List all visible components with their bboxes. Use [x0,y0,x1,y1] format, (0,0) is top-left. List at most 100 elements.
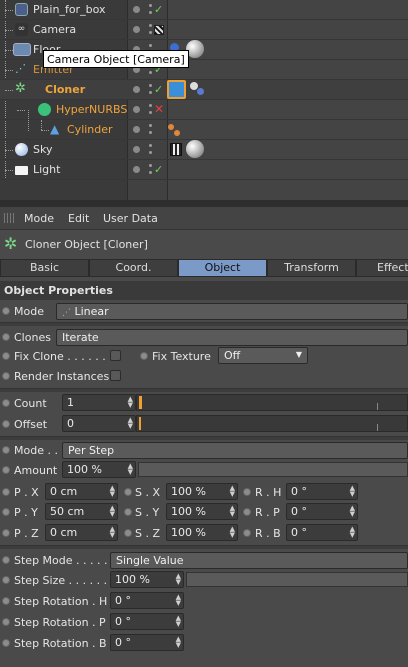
step-rot-b-input[interactable]: 0 ° ▲ ▼ [110,634,184,651]
slider-marker[interactable] [139,417,141,430]
spinner-arrows-icon[interactable]: ▲ ▼ [350,485,355,498]
object-row-light[interactable]: Light ✓ [0,160,408,180]
object-row-hypernurbs[interactable]: HyperNURBS ✕ [0,100,408,120]
animate-dot[interactable] [2,508,10,516]
object-row-sky[interactable]: Sky [0,140,408,160]
animate-dot[interactable] [2,576,10,584]
visibility-dot-editor[interactable] [149,84,152,87]
compositing-tag-icon[interactable] [170,143,182,156]
amount-slider[interactable] [138,462,408,477]
animate-dot[interactable] [2,446,10,454]
animate-dot[interactable] [124,508,132,516]
visibility-dot-editor[interactable] [149,24,152,27]
layer-dot[interactable] [133,166,140,173]
animate-dot[interactable] [2,420,10,428]
target-tag-icon[interactable] [154,25,164,35]
render-instances-checkbox[interactable] [110,370,121,381]
mode-dropdown[interactable]: ⋰ Linear [56,303,408,320]
slider-marker[interactable] [139,396,142,409]
object-row-cloner[interactable]: ✲ Cloner ✓ [0,80,408,100]
animate-dot[interactable] [2,529,10,537]
count-input[interactable]: 1 ▲ ▼ [62,394,136,411]
amount-input[interactable]: 100 % ▲ ▼ [62,461,136,478]
tab-basic[interactable]: Basic [0,259,89,277]
animate-dot[interactable] [124,529,132,537]
step-size-input[interactable]: 100 % ▲ ▼ [110,571,184,588]
menu-mode[interactable]: Mode [24,212,54,225]
spinner-arrows-icon[interactable]: ▲ ▼ [110,485,115,498]
visibility-dot-render[interactable] [149,71,152,74]
object-row-plain-for-box[interactable]: Plain_for_box ✓ [0,0,408,20]
spinner-arrows-icon[interactable]: ▲ ▼ [230,485,235,498]
disabled-cross-icon[interactable]: ✕ [154,102,164,116]
animate-dot[interactable] [2,399,10,407]
animate-dot[interactable] [2,597,10,605]
clones-dropdown[interactable]: Iterate [56,329,408,346]
spinner-arrows-icon[interactable]: ▲ ▼ [110,505,115,518]
enabled-check-icon[interactable]: ✓ [154,163,163,176]
layer-dot[interactable] [133,146,140,153]
animate-dot[interactable] [243,488,251,496]
object-row-camera[interactable]: ∞ Camera [0,20,408,40]
spinner-arrows-icon[interactable]: ▲ ▼ [176,636,181,649]
visibility-dot-render[interactable] [149,91,152,94]
visibility-dot-render[interactable] [149,151,152,154]
drag-handle-icon[interactable] [4,213,14,223]
visibility-dot-render[interactable] [149,11,152,14]
xpresso-tag-icon[interactable] [167,80,186,99]
spinner-arrows-icon[interactable]: ▲ ▼ [176,615,181,628]
pz-input[interactable]: 0 cm ▲ ▼ [45,524,118,541]
spinner-arrows-icon[interactable]: ▲ ▼ [176,594,181,607]
spinner-arrows-icon[interactable]: ▲ ▼ [350,526,355,539]
layer-dot[interactable] [133,126,140,133]
tab-effectors[interactable]: Effectors [356,259,408,277]
visibility-dot-editor[interactable] [149,124,152,127]
step-size-slider[interactable] [186,572,408,587]
phong-tag-icon[interactable] [168,124,182,138]
offset-input[interactable]: 0 ▲ ▼ [62,415,136,432]
visibility-dot-editor[interactable] [149,44,152,47]
visibility-dot-render[interactable] [149,111,152,114]
py-input[interactable]: 50 cm ▲ ▼ [45,503,118,520]
spinner-arrows-icon[interactable]: ▲ ▼ [128,417,133,430]
animate-dot[interactable] [124,488,132,496]
visibility-dot-editor[interactable] [149,164,152,167]
spinner-arrows-icon[interactable]: ▲ ▼ [110,526,115,539]
tab-coord[interactable]: Coord. [89,259,178,277]
visibility-dot-editor[interactable] [149,104,152,107]
spinner-arrows-icon[interactable]: ▲ ▼ [176,573,181,586]
visibility-dot-render[interactable] [149,31,152,34]
step-rot-p-input[interactable]: 0 ° ▲ ▼ [110,613,184,630]
animate-dot[interactable] [243,508,251,516]
animate-dot[interactable] [2,556,10,564]
animate-dot[interactable] [2,488,10,496]
animate-dot[interactable] [2,618,10,626]
sz-input[interactable]: 100 % ▲ ▼ [166,524,238,541]
layer-dot[interactable] [133,106,140,113]
step-rot-h-input[interactable]: 0 ° ▲ ▼ [110,592,184,609]
tab-transform[interactable]: Transform [267,259,356,277]
mode2-dropdown[interactable]: Per Step [62,442,408,459]
spinner-arrows-icon[interactable]: ▲ ▼ [230,505,235,518]
animate-dot[interactable] [2,372,10,380]
count-slider[interactable] [136,394,408,411]
menu-edit[interactable]: Edit [68,212,89,225]
menu-user-data[interactable]: User Data [103,212,158,225]
object-row-cylinder[interactable]: ▲ Cylinder [0,120,408,140]
rp-input[interactable]: 0 ° ▲ ▼ [286,503,358,520]
animate-dot[interactable] [2,352,10,360]
visibility-dot-render[interactable] [149,131,152,134]
px-input[interactable]: 0 cm ▲ ▼ [45,483,118,500]
tab-object[interactable]: Object [178,259,267,277]
animate-dot[interactable] [2,307,10,315]
layer-dot[interactable] [133,26,140,33]
animate-dot[interactable] [243,529,251,537]
spinner-arrows-icon[interactable]: ▲ ▼ [230,526,235,539]
spinner-arrows-icon[interactable]: ▲ ▼ [350,505,355,518]
animate-dot[interactable] [2,639,10,647]
material-tag-icon[interactable] [186,140,204,158]
animate-dot[interactable] [2,333,10,341]
enabled-check-icon[interactable]: ✓ [154,3,163,16]
animate-dot[interactable] [2,466,10,474]
fix-texture-dropdown[interactable]: Off ▼ [218,347,308,364]
